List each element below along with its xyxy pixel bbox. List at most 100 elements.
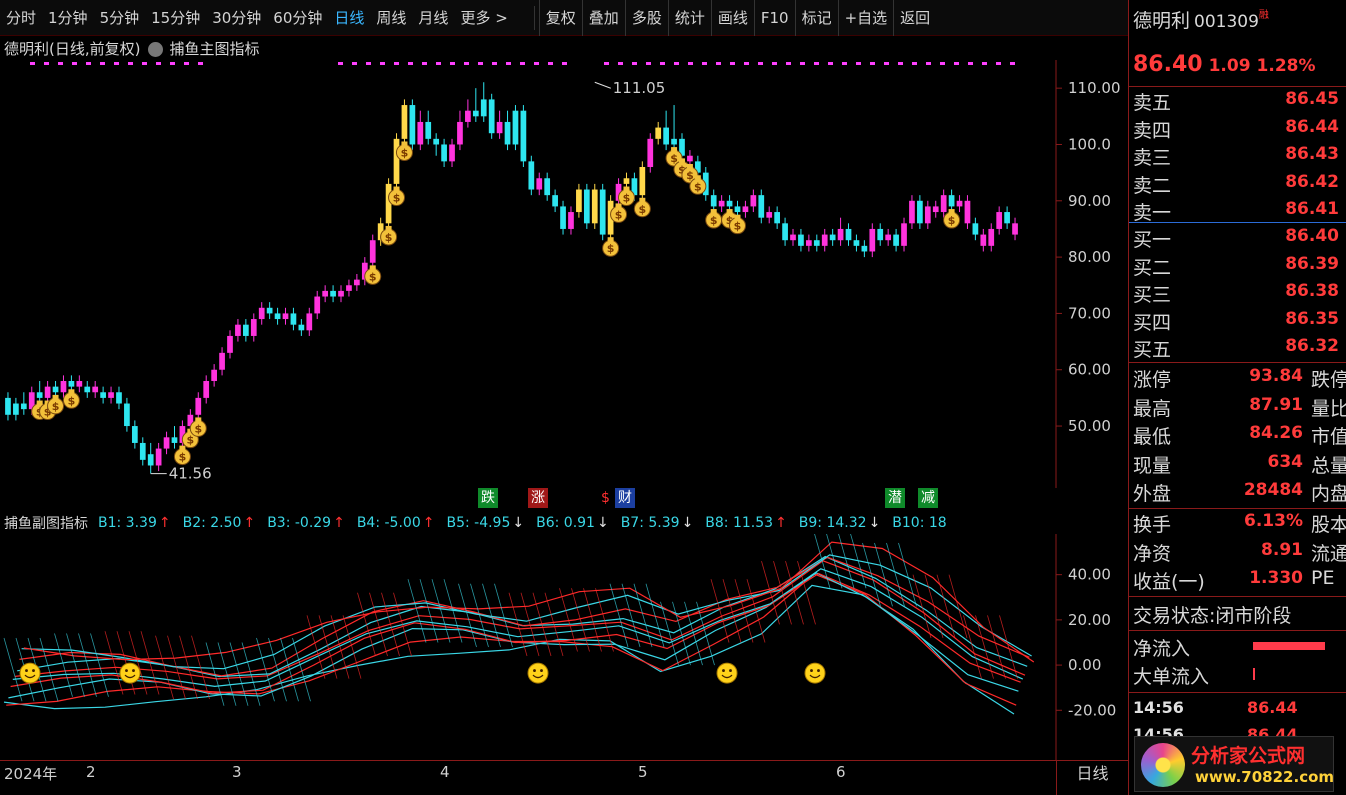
period-tab[interactable]: 更多 > [454,0,513,36]
bid-row[interactable]: 买五 86.32 [1129,335,1346,361]
toolbar-tool-button[interactable]: 画线 [710,0,754,36]
ask-row[interactable]: 卖三 86.43 [1129,143,1346,169]
quote-panel: 德明利 001309融 86.40 1.09 1.28% 卖五 86.45 卖四 86.44… [1128,0,1346,795]
bid-row[interactable]: 买四 86.35 [1129,308,1346,334]
ask-row[interactable]: 卖五 86.45 [1129,88,1346,114]
indicator-value: B9: 14.32 [798,515,867,531]
ask-row[interactable]: 卖二 86.42 [1129,171,1346,197]
svg-text:$: $ [187,434,195,447]
indicator-value: B6: 0.91 [536,515,595,531]
toolbar-tool-button[interactable]: 统计 [667,0,711,36]
candle [306,307,313,336]
stat-label: 最低 [1133,426,1172,448]
candle [393,133,400,190]
ask-label: 卖一 [1133,202,1172,224]
signal-dot [534,62,539,65]
sub-indicator-chart[interactable]: 40.00 20.00 0.00 -20.00 [0,534,1128,760]
candle [750,189,757,213]
extreme-price-marker: 41.56 [150,465,212,483]
candle [877,223,884,246]
signal-dot [1010,62,1015,65]
candle [996,206,1003,235]
signal-dot [982,62,987,65]
candle [568,206,574,235]
toolbar-tool-button[interactable]: 叠加 [581,0,625,36]
signal-badge: 潜 [885,488,905,508]
stat-value: 8.91 [1261,539,1303,560]
bid-label: 买五 [1133,339,1172,361]
candle [409,99,416,151]
signal-dot [100,62,105,65]
main-indicator-name[interactable]: 捕鱼主图指标 [163,38,259,59]
period-tab[interactable]: 周线 [370,0,412,36]
period-tab[interactable]: 分时 [0,0,42,36]
mesh-line [987,615,1006,679]
toolbar-tool-button[interactable]: 返回 [893,0,936,36]
bid-row[interactable]: 买二 86.39 [1129,253,1346,279]
candle [1012,217,1018,241]
period-tab[interactable]: 月线 [412,0,454,36]
period-tab[interactable]: 60分钟 [267,0,328,36]
signal-dot [422,62,427,65]
candle [663,110,669,151]
bid-row[interactable]: 买一 86.40 [1129,225,1346,251]
candle [155,442,162,472]
indicator-settings-icon[interactable] [148,41,164,57]
toolbar-tool-button[interactable]: 多股 [624,0,668,36]
candle [425,110,432,145]
ask-row[interactable]: 卖四 86.44 [1129,116,1346,142]
candle [655,121,662,145]
tick-time: 14:56 [1133,698,1184,717]
mesh-line [3,637,23,702]
candle [671,105,677,151]
sub-indicator-name[interactable]: 捕鱼副图指标 [0,513,88,533]
period-tab[interactable]: 15分钟 [145,0,206,36]
date-axis: 2024年 2 3 4 5 6 [0,760,1056,795]
candle [813,234,820,252]
ask-label: 卖五 [1133,92,1172,114]
signal-dot [450,62,455,65]
period-label[interactable]: 日线 [1056,760,1128,795]
candle [433,133,440,156]
period-tab[interactable]: 日线 [328,0,370,36]
panel-divider [1129,596,1346,597]
indicator-value: B2: 2.50 [182,515,242,531]
panel-divider [1129,86,1346,87]
toolbar-tool-button[interactable]: +自选 [837,0,894,36]
toolbar-tool-button[interactable]: 标记 [794,0,838,36]
mesh-line [39,637,59,702]
candle [742,200,749,218]
bid-row[interactable]: 买三 86.38 [1129,280,1346,306]
main-candlestick-chart[interactable]: 110.00100.090.0080.0070.0060.0050.00$ $ $$… [0,60,1128,488]
svg-text:$: $ [179,451,187,464]
signal-dot [898,62,903,65]
candle [853,234,860,252]
indicator-line [3,584,1015,715]
arrow-down-icon: ↓ [681,515,694,531]
big-inflow-bar [1253,668,1255,680]
arrow-up-icon: ↑ [158,515,171,531]
candle [917,195,923,229]
arrow-down-icon: ↓ [512,515,525,531]
period-tab[interactable]: 5分钟 [94,0,146,36]
signal-dot [954,62,959,65]
stat-label-secondary: 股本 [1311,514,1346,536]
logo-title: 分析家公式网 [1191,745,1306,767]
bid-price: 86.39 [1285,253,1339,274]
toolbar-tool-button[interactable]: 复权 [538,0,582,36]
toolbar-tool-button[interactable]: F10 [753,0,795,36]
signal-dot [786,62,791,65]
period-tab[interactable]: 30分钟 [206,0,267,36]
candle [338,285,344,303]
signal-dot [716,62,721,65]
period-tab[interactable]: 1分钟 [42,0,94,36]
ask-row[interactable]: 卖一 86.41 [1129,198,1346,224]
candle [449,138,455,167]
candle [250,313,257,342]
stat-value: 93.84 [1249,366,1303,386]
candle [108,386,114,404]
candle [76,375,83,393]
candle [417,110,424,151]
candle [266,302,273,320]
candle [1004,206,1010,229]
